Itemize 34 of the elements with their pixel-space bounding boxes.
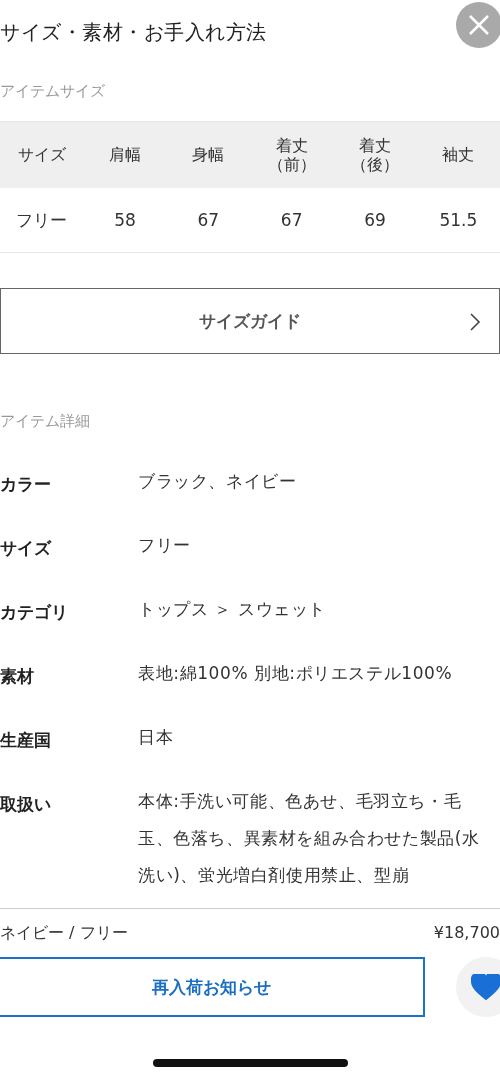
column-header: 袖丈 [442,145,475,165]
detail-label: 素材 [0,665,35,688]
page-title: サイズ・素材・お手入れ方法 [0,18,267,46]
column-header: 着丈（後） [351,135,399,175]
size-guide-button[interactable]: サイズガイド [0,288,500,354]
detail-label: カテゴリ [0,601,69,624]
detail-value: 本体:手洗い可能、色あせ、毛羽立ち・毛玉、色落ち、異素材を組み合わせた製品(水洗い)、蛍光増白剤使用禁止、型崩 [138,790,481,887]
section-label: アイテムサイズ [0,80,106,102]
detail-label: サイズ [0,537,53,560]
detail-value: トップス ＞ スウェット [138,598,327,621]
section-label: アイテム詳細 [0,410,91,432]
table-cell-text: 69 [363,210,387,230]
column-header: 着丈（前） [267,135,316,175]
detail-value: 表地:綿100% 別地:ポリエステル100% [138,662,454,685]
column-header: サイズ [17,145,66,165]
column-header: 肩幅 [109,145,141,165]
detail-value: 日本 [138,726,175,749]
chevron-right-icon [469,312,481,332]
table-cell-text: 67 [279,210,304,230]
detail-value: フリー [138,534,192,557]
detail-label: カラー [0,473,52,496]
table-cell-text: 67 [196,210,221,230]
favorite-button[interactable] [456,957,500,1017]
detail-value: ブラック、ネイビー [138,470,298,493]
close-icon [468,14,490,36]
selected-variant: ネイビー / フリー [0,923,128,944]
detail-label: 生産国 [0,729,52,752]
column-header: 身幅 [192,145,225,165]
table-cell-text: フリー [15,208,69,232]
detail-label: 取扱い [0,793,52,816]
price: ¥18,700 [433,923,500,944]
table-cell-text: 58 [113,210,137,230]
restock-notify-button[interactable]: 再入荷お知らせ [0,957,425,1017]
table-cell-text: 51.5 [438,210,479,230]
